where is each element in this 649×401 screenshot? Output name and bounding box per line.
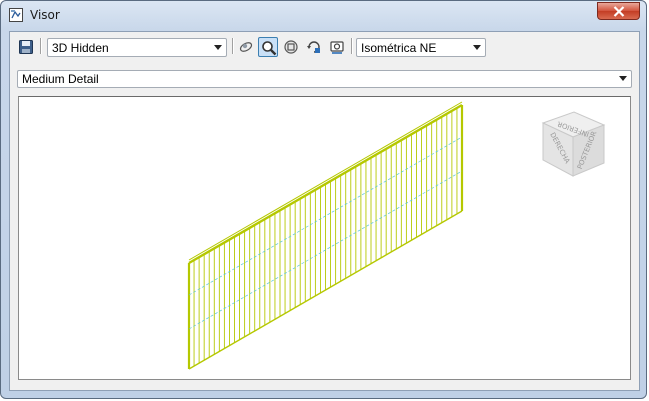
toolbar-separator [351, 38, 353, 54]
zoom-button[interactable] [258, 37, 278, 57]
view-direction-select[interactable]: Isométrica NE [356, 38, 486, 57]
viewer-window: Visor 3D Hidden Isométrica NE Medium Det… [0, 0, 647, 399]
view-style-select[interactable]: 3D Hidden [47, 38, 227, 57]
app-icon [9, 8, 23, 22]
viewcube[interactable]: INFERIOR DERECHA POSTERIOR [541, 111, 606, 177]
save-button[interactable] [16, 37, 36, 57]
chevron-down-icon [214, 45, 222, 50]
save-icon [19, 40, 33, 54]
view-direction-value: Isométrica NE [361, 41, 437, 55]
close-icon [613, 6, 625, 17]
zoom-icon [262, 41, 277, 56]
orbit-button[interactable] [236, 37, 256, 57]
close-button[interactable] [597, 2, 640, 20]
window-title: Visor [30, 8, 60, 22]
viewer-client-area: 3D Hidden Isométrica NE Medium Detail IN… [9, 31, 640, 391]
chevron-down-icon [473, 45, 481, 50]
orbit-icon [239, 42, 253, 52]
model-view-drawing: INFERIOR DERECHA POSTERIOR [187, 101, 606, 370]
railing-model [187, 101, 464, 370]
title-bar[interactable]: Visor [1, 1, 646, 29]
zoom-extents-icon [284, 40, 298, 54]
model-view-canvas[interactable]: INFERIOR DERECHA POSTERIOR [18, 96, 631, 380]
toolbar-separator [232, 38, 234, 54]
rotate-button[interactable] [304, 37, 324, 57]
zoom-extents-button[interactable] [281, 37, 301, 57]
detail-level-select[interactable]: Medium Detail [17, 70, 632, 88]
view-style-value: 3D Hidden [52, 41, 109, 55]
rotate-icon [307, 41, 320, 53]
camera-icon [330, 41, 344, 54]
chevron-down-icon [619, 76, 627, 81]
detail-level-value: Medium Detail [22, 72, 99, 86]
toolbar-separator [40, 38, 42, 54]
camera-button[interactable] [327, 37, 347, 57]
